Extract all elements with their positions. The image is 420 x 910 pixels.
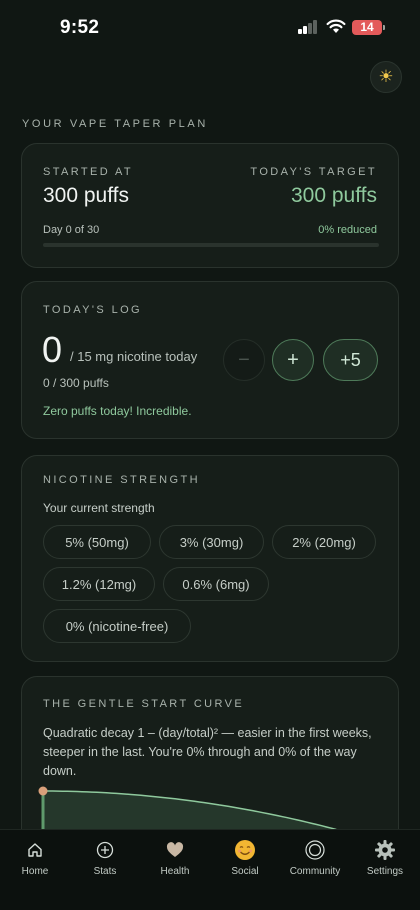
- strength-option-2[interactable]: 2% (20mg): [272, 525, 376, 559]
- nav-health-label: Health: [160, 866, 190, 877]
- nav-stats[interactable]: Stats: [70, 838, 140, 877]
- nav-settings-label: Settings: [366, 866, 404, 877]
- nav-settings[interactable]: Settings: [350, 838, 420, 877]
- started-at-value: 300 puffs: [43, 184, 130, 207]
- cellular-signal-icon: [298, 20, 320, 34]
- day-progress-text: Day 0 of 30: [43, 224, 100, 236]
- nicotine-today: / 15 mg nicotine today: [70, 349, 198, 364]
- strength-option-3[interactable]: 3% (30mg): [159, 525, 264, 559]
- strength-option-0[interactable]: 0% (nicotine-free): [43, 609, 191, 643]
- todays-target-value: 300 puffs: [290, 184, 377, 207]
- nicotine-strength-card: NICOTINE STRENGTH Your current strength …: [21, 455, 399, 662]
- increment-button[interactable]: +: [272, 339, 314, 381]
- page-title: YOUR VAPE TAPER PLAN: [22, 118, 208, 130]
- nav-health[interactable]: Health: [140, 838, 210, 877]
- nav-home[interactable]: Home: [0, 838, 70, 877]
- started-at-label: STARTED AT: [43, 166, 134, 178]
- todays-log-label: TODAY'S LOG: [43, 304, 143, 316]
- nav-home-label: Home: [21, 866, 49, 877]
- plus-circle-icon: [70, 838, 140, 862]
- theme-toggle-button[interactable]: ☀: [370, 61, 402, 93]
- curve-description: Quadratic decay 1 – (day/total)² — easie…: [43, 726, 372, 778]
- todays-log-card: TODAY'S LOG 0 / 15 mg nicotine today 0 /…: [21, 281, 399, 439]
- heart-icon: [140, 838, 210, 862]
- home-icon: [0, 838, 70, 862]
- nav-social-label: Social: [231, 866, 259, 877]
- encouragement-message: Zero puffs today! Incredible.: [43, 404, 192, 418]
- curve-title: THE GENTLE START CURVE: [43, 698, 245, 710]
- status-bar: 9:52 14: [0, 0, 420, 56]
- decrement-button[interactable]: −: [223, 339, 265, 381]
- puff-count: 0: [42, 329, 63, 370]
- nicotine-strength-label: NICOTINE STRENGTH: [43, 474, 200, 486]
- plan-progress-bar: [43, 243, 379, 247]
- nav-community[interactable]: Community: [280, 838, 350, 877]
- battery-nub: [383, 25, 385, 30]
- strength-option-0-6[interactable]: 0.6% (6mg): [163, 567, 269, 601]
- nav-social[interactable]: Social: [210, 838, 280, 877]
- smiling-face-icon: [210, 838, 280, 862]
- nav-stats-label: Stats: [93, 866, 117, 877]
- battery-icon: 14: [352, 20, 382, 35]
- strength-option-1-2[interactable]: 1.2% (12mg): [43, 567, 155, 601]
- todays-target-label: TODAY'S TARGET: [250, 166, 377, 178]
- current-day-marker: [38, 786, 48, 796]
- strength-option-5[interactable]: 5% (50mg): [43, 525, 151, 559]
- rings-icon: [280, 838, 350, 862]
- puffs-progress-text: 0 / 300 puffs: [43, 376, 109, 390]
- status-time: 9:52: [60, 17, 100, 38]
- current-strength-label: Your current strength: [43, 501, 155, 515]
- taper-plan-card: STARTED AT 300 puffs TODAY'S TARGET 300 …: [21, 143, 399, 268]
- sun-icon: ☀: [378, 67, 394, 86]
- reduced-percent: 0% reduced: [318, 224, 377, 236]
- wifi-icon: [326, 19, 346, 33]
- bottom-nav: Home Stats Health Social Community Setti…: [0, 829, 420, 910]
- nav-community-label: Community: [289, 866, 341, 877]
- gear-icon: [350, 838, 420, 862]
- add-five-button[interactable]: +5: [323, 339, 378, 381]
